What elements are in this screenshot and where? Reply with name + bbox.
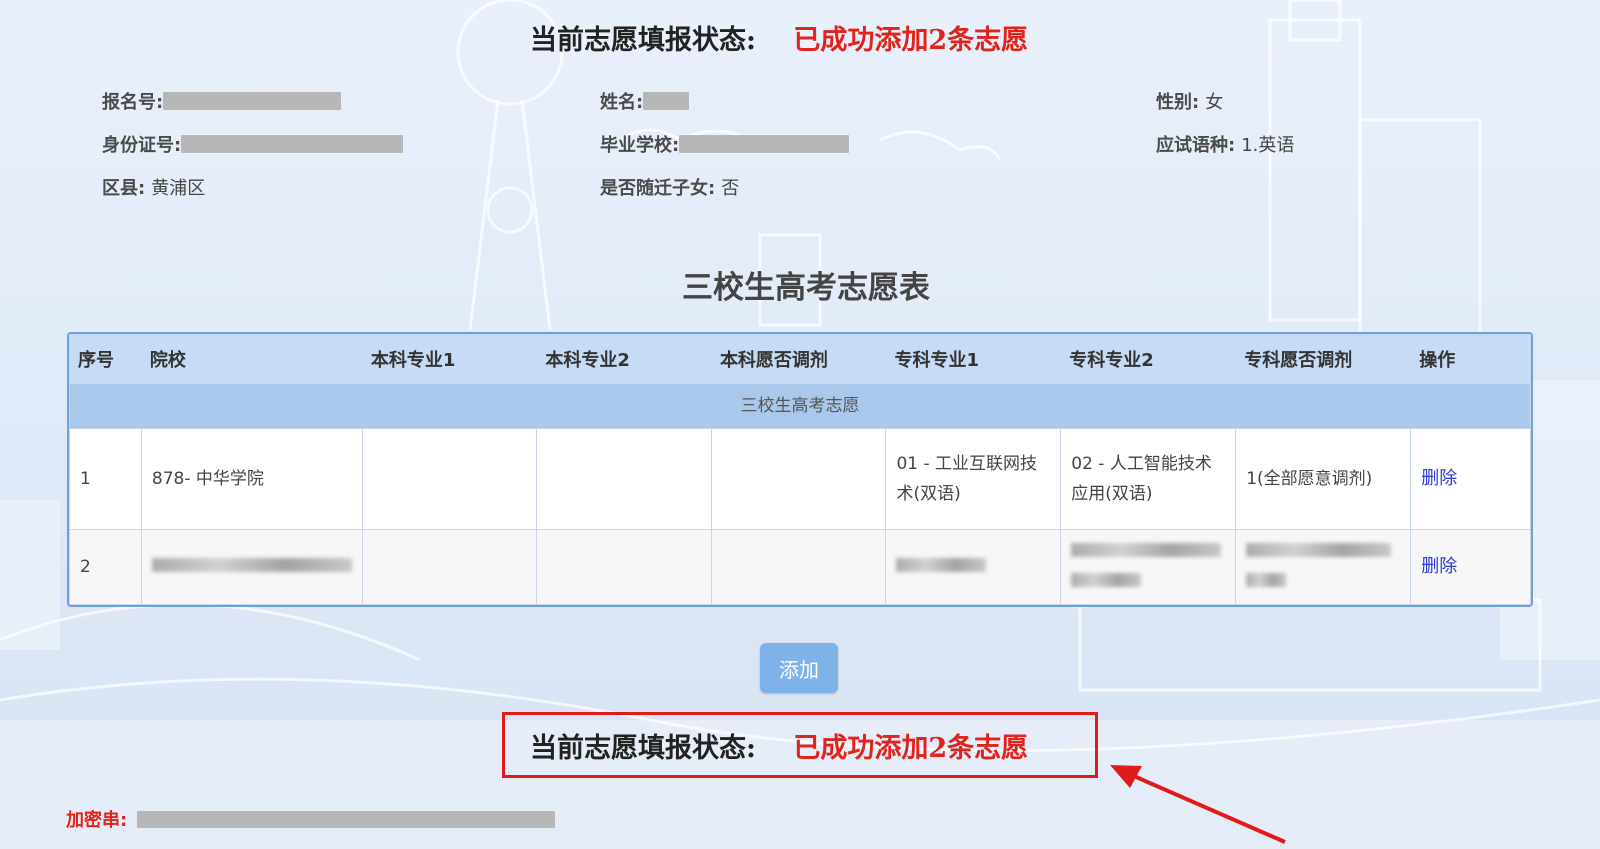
school-field: 毕业学校: [600, 131, 850, 157]
cell-bk2 [536, 529, 712, 605]
blurred-zk2 [1071, 543, 1222, 557]
blurred-zk2-line2 [1071, 573, 1142, 587]
table-row: 1 878- 中华学院 01 - 工业互联网技术(双语) 02 - 人工智能技术… [69, 428, 1531, 530]
district-label: 区县: [102, 178, 146, 199]
cell-zk-adjust [1235, 529, 1412, 605]
reg-no-redacted [163, 92, 342, 110]
cell-bk1 [361, 529, 538, 605]
status-value: 已成功添加2条志愿 [793, 733, 1029, 764]
cell-zk1 [885, 529, 1062, 605]
name-redacted [643, 92, 690, 110]
status-bottom: 当前志愿填报状态: 已成功添加2条志愿 [530, 726, 1028, 765]
gender-label: 性别: [1156, 92, 1200, 113]
delete-link[interactable]: 删除 [1421, 556, 1457, 577]
lang-field: 应试语种: 1.英语 [1156, 131, 1294, 157]
header-zk1: 专科专业1 [885, 334, 1062, 384]
school-redacted [679, 135, 850, 153]
cell-action: 删除 [1410, 529, 1531, 605]
gender-field: 性别: 女 [1156, 88, 1223, 114]
header-zk-adjust: 专科愿否调剂 [1235, 334, 1412, 384]
district-value: 黄浦区 [151, 178, 206, 199]
id-no-label: 身份证号: [102, 135, 182, 156]
delete-link[interactable]: 删除 [1421, 468, 1457, 489]
wish-table-container: 序号 院校 本科专业1 本科专业2 本科愿否调剂 专科专业1 专科专业2 专科愿… [67, 332, 1533, 607]
cell-no: 2 [69, 529, 142, 605]
blurred-zk-adjust [1246, 543, 1392, 557]
migrant-value: 否 [721, 178, 740, 199]
id-no-redacted [181, 135, 404, 153]
cell-school [140, 529, 363, 605]
header-action: 操作 [1410, 334, 1531, 384]
cell-bk2 [536, 428, 712, 530]
cell-action: 删除 [1410, 428, 1531, 530]
header-bk2: 本科专业2 [536, 334, 712, 384]
group-label: 三校生高考志愿 [69, 383, 1531, 429]
name-label: 姓名: [600, 92, 644, 113]
header-bk-adjust: 本科愿否调剂 [710, 334, 887, 384]
cell-bk1 [361, 428, 538, 530]
migrant-field: 是否随迁子女: 否 [600, 174, 739, 200]
header-zk2: 专科专业2 [1060, 334, 1237, 384]
cell-zk1: 01 - 工业互联网技术(双语) [885, 428, 1062, 530]
name-field: 姓名: [600, 88, 690, 114]
school-label: 毕业学校: [600, 135, 680, 156]
cell-no: 1 [69, 428, 142, 530]
wish-table: 序号 院校 本科专业1 本科专业2 本科愿否调剂 专科专业1 专科专业2 专科愿… [69, 334, 1531, 605]
cipher-label: 加密串: [66, 810, 128, 831]
lang-label: 应试语种: [1156, 135, 1236, 156]
status-value: 已成功添加2条志愿 [793, 25, 1029, 56]
cell-school: 878- 中华学院 [140, 428, 363, 530]
header-school: 院校 [140, 334, 363, 384]
header-no: 序号 [69, 334, 142, 384]
status-label: 当前志愿填报状态: [530, 25, 756, 56]
header-bk1: 本科专业1 [361, 334, 538, 384]
annotation-arrow-icon [1110, 765, 1286, 844]
table-row: 2 删除 [69, 529, 1531, 605]
cell-bk-adjust [710, 428, 887, 530]
add-button[interactable]: 添加 [760, 643, 838, 693]
cell-zk2: 02 - 人工智能技术应用(双语) [1060, 428, 1237, 530]
id-no-field: 身份证号: [102, 131, 404, 157]
cell-zk-adjust: 1(全部愿意调剂) [1235, 428, 1412, 530]
table-title: 三校生高考志愿表 [682, 270, 930, 306]
blurred-zk1 [896, 558, 987, 572]
migrant-label: 是否随迁子女: [600, 178, 716, 199]
group-row: 三校生高考志愿 [69, 383, 1531, 429]
blurred-zk-adjust-line2 [1246, 573, 1287, 587]
cipher-redacted [137, 810, 556, 828]
status-label: 当前志愿填报状态: [530, 733, 756, 764]
reg-no-label: 报名号: [102, 92, 164, 113]
reg-no-field: 报名号: [102, 88, 342, 114]
blurred-school [151, 558, 352, 572]
table-header-row: 序号 院校 本科专业1 本科专业2 本科愿否调剂 专科专业1 专科专业2 专科愿… [69, 334, 1531, 384]
status-top: 当前志愿填报状态: 已成功添加2条志愿 [530, 18, 1028, 57]
district-field: 区县: 黄浦区 [102, 174, 205, 200]
gender-value: 女 [1205, 92, 1224, 113]
cell-bk-adjust [710, 529, 887, 605]
cell-zk2 [1060, 529, 1237, 605]
cipher-field: 加密串: [66, 806, 556, 832]
lang-value: 1.英语 [1241, 135, 1295, 156]
